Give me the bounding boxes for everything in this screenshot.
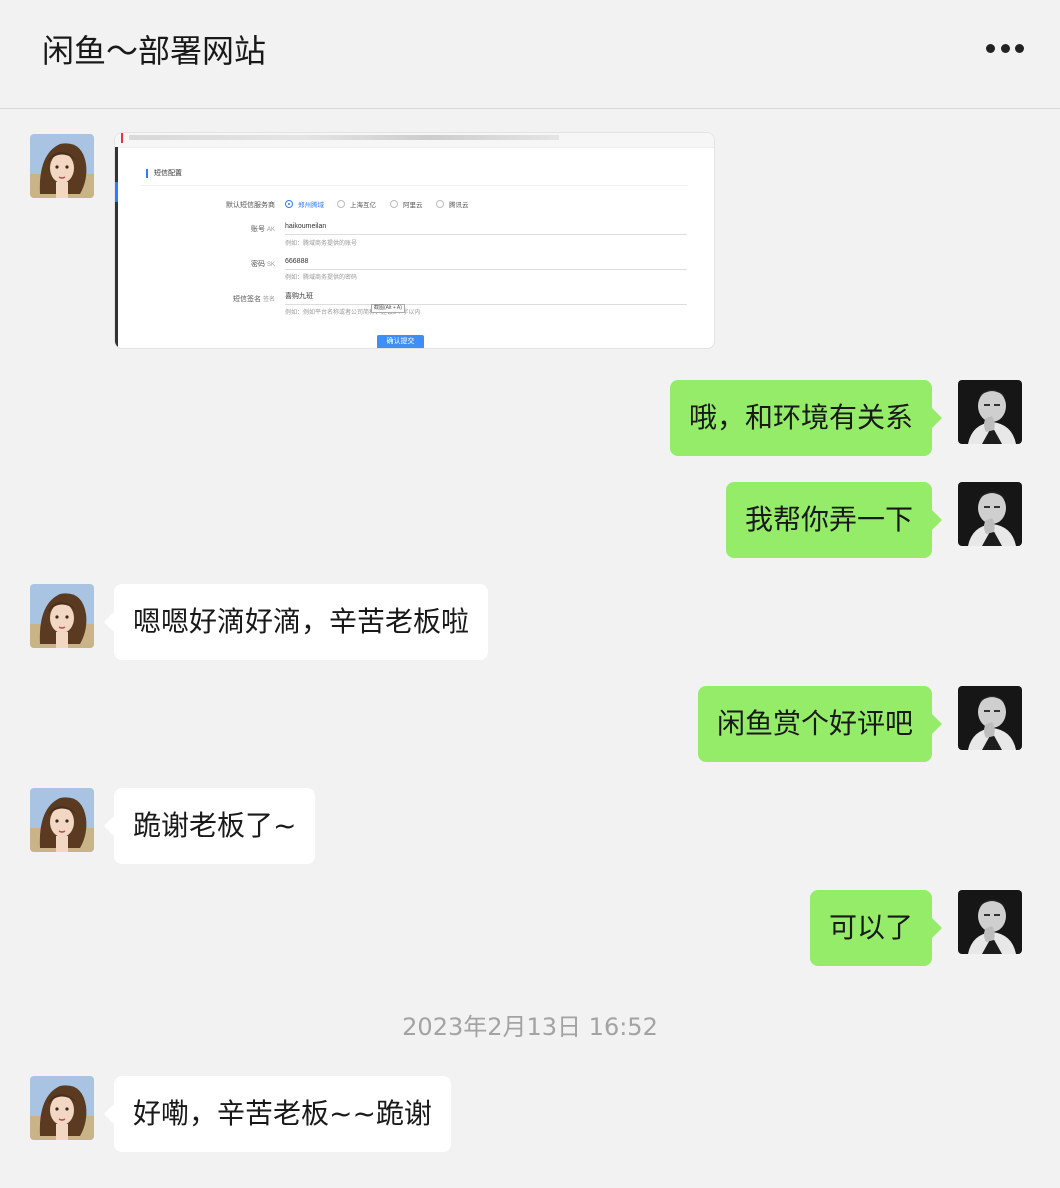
account-label: 账号 AK bbox=[251, 226, 275, 233]
contact-avatar[interactable] bbox=[30, 788, 94, 852]
chat-header: 闲鱼～部署网站 bbox=[0, 0, 1060, 109]
provider-radio-3[interactable]: 阿里云 bbox=[390, 199, 423, 209]
my-avatar[interactable] bbox=[958, 686, 1022, 750]
password-label: 密码 SK bbox=[251, 261, 275, 268]
message-bubble[interactable]: 好嘞，辛苦老板~~跪谢 bbox=[104, 1076, 451, 1152]
message-bubble[interactable]: 可以了 bbox=[809, 890, 943, 966]
message-bubble[interactable]: 我帮你弄一下 bbox=[725, 482, 943, 558]
my-avatar[interactable] bbox=[958, 890, 1022, 954]
capture-tooltip: 截图(Alt + A) bbox=[371, 304, 405, 313]
account-hint: 例如：腾域商务提供的账号 bbox=[285, 241, 358, 247]
screenshot-image-message[interactable]: 短信配置 默认短信服务商 郑州腾域 上海互亿 阿里云 腾讯云 账号 AK hai… bbox=[114, 132, 715, 349]
password-field[interactable]: 666888 bbox=[285, 257, 687, 270]
message-timestamp: 2023年2月13日 16:52 bbox=[402, 1013, 658, 1041]
contact-avatar[interactable] bbox=[30, 1076, 94, 1140]
my-avatar[interactable] bbox=[958, 482, 1022, 546]
submit-button[interactable]: 确认提交 bbox=[377, 335, 424, 348]
screenshot-topbar bbox=[115, 133, 714, 148]
sign-label: 短信签名 签名 bbox=[233, 296, 275, 303]
message-bubble[interactable]: 哦，和环境有关系 bbox=[669, 380, 943, 456]
contact-avatar[interactable] bbox=[30, 584, 94, 648]
sms-config-title: 短信配置 bbox=[146, 169, 182, 178]
message-bubble[interactable]: 嗯嗯好滴好滴，辛苦老板啦 bbox=[103, 584, 489, 660]
provider-radio-1[interactable]: 郑州腾域 bbox=[285, 199, 324, 209]
password-hint: 例如：腾域商务提供的密码 bbox=[285, 275, 358, 281]
more-dots-icon[interactable] bbox=[986, 38, 1024, 58]
provider-radio-4[interactable]: 腾讯云 bbox=[436, 199, 469, 209]
provider-label: 默认短信服务商 bbox=[226, 202, 275, 209]
chat-title: 闲鱼～部署网站 bbox=[42, 32, 267, 70]
provider-radio-2[interactable]: 上海互亿 bbox=[337, 199, 376, 209]
message-bubble[interactable]: 闲鱼赏个好评吧 bbox=[697, 686, 943, 762]
message-bubble[interactable]: 跪谢老板了~ bbox=[103, 788, 316, 864]
account-field[interactable]: haikoumeilan bbox=[285, 222, 687, 235]
sign-field[interactable]: 喜购九班 bbox=[285, 292, 687, 305]
my-avatar[interactable] bbox=[958, 380, 1022, 444]
contact-avatar[interactable] bbox=[30, 134, 94, 198]
